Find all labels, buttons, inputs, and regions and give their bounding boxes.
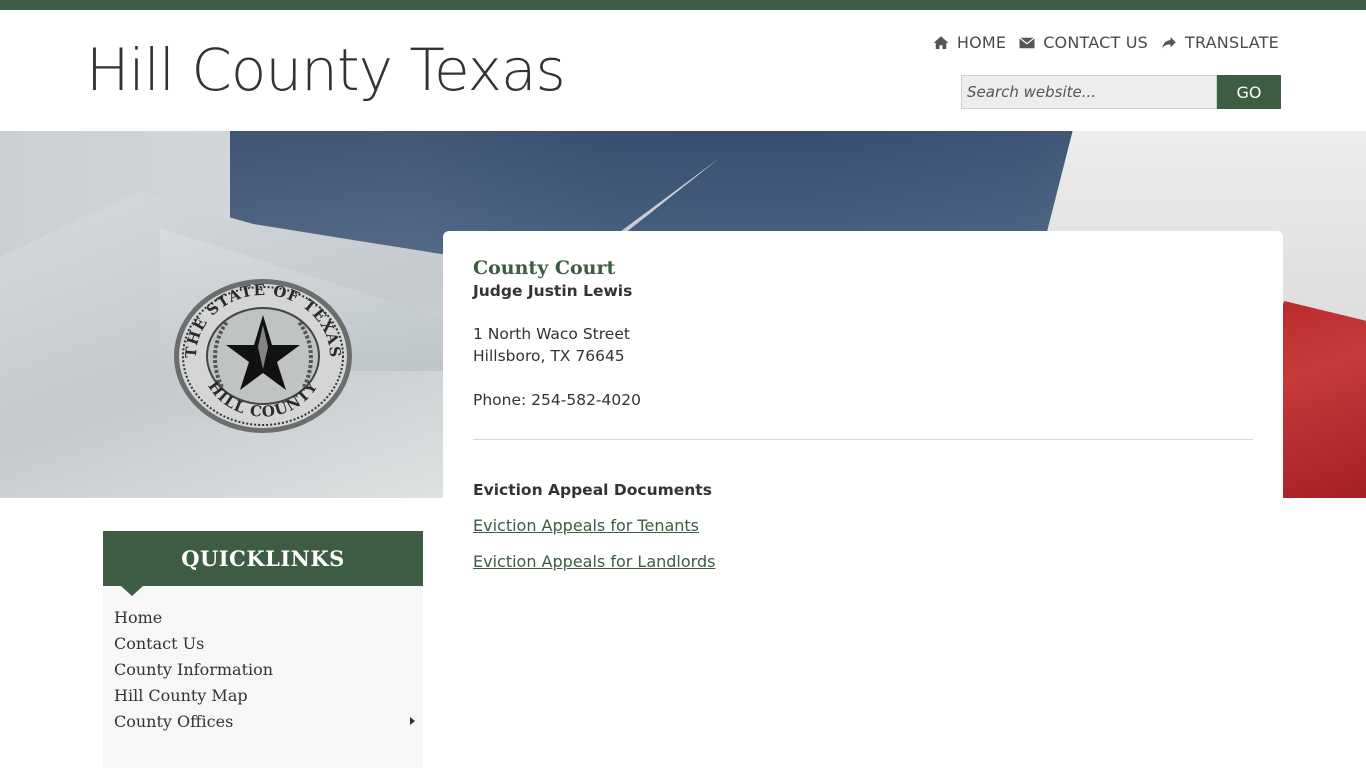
phone-number: Phone: 254-582-4020: [473, 391, 641, 409]
home-icon: [933, 35, 949, 49]
envelope-icon: [1019, 36, 1036, 48]
search-input[interactable]: [961, 75, 1217, 109]
eviction-tenants-link[interactable]: Eviction Appeals for Tenants: [473, 516, 1253, 535]
header-pointer: [121, 586, 143, 596]
quicklinks-header: QUICKLINKS: [103, 531, 423, 596]
nav-contact-link[interactable]: CONTACT US: [1018, 33, 1148, 52]
quicklinks-list: Home Contact Us County Information Hill …: [103, 586, 423, 738]
quicklink-label: Contact Us: [114, 633, 205, 653]
nav-home-link[interactable]: HOME: [932, 33, 1006, 52]
content-divider: [473, 439, 1253, 440]
site-title[interactable]: Hill County Texas: [86, 36, 566, 104]
top-nav: HOME CONTACT US TRANSLATE: [932, 33, 1279, 52]
main-content: County Court Judge Justin Lewis 1 North …: [443, 231, 1283, 768]
quicklink-label: County Information: [114, 659, 274, 679]
eviction-landlords-link[interactable]: Eviction Appeals for Landlords: [473, 552, 1253, 571]
quicklinks-title: QUICKLINKS: [181, 546, 345, 571]
quicklinks-panel: QUICKLINKS Home Contact Us County Inform…: [103, 531, 423, 768]
nav-contact-label: CONTACT US: [1043, 33, 1149, 52]
page-heading: County Court: [473, 257, 616, 279]
nav-translate-label: TRANSLATE: [1185, 33, 1279, 52]
top-strip: [0, 0, 1366, 10]
eviction-section-title: Eviction Appeal Documents: [473, 481, 712, 499]
share-arrow-icon: [1162, 36, 1176, 48]
address-line2: Hillsboro, TX 76645: [473, 347, 625, 365]
quicklink-label: Hill County Map: [114, 685, 248, 705]
judge-name: Judge Justin Lewis: [473, 282, 633, 300]
quicklink-county-offices[interactable]: County Offices: [103, 704, 423, 738]
search-form: GO: [961, 75, 1281, 109]
quicklink-label: Home: [114, 607, 163, 627]
submenu-caret-icon[interactable]: [410, 717, 415, 725]
quicklink-label: County Offices: [114, 711, 234, 731]
search-go-button[interactable]: GO: [1217, 75, 1281, 109]
nav-home-label: HOME: [956, 33, 1007, 52]
address-line1: 1 North Waco Street: [473, 325, 630, 343]
nav-translate-link[interactable]: TRANSLATE: [1160, 33, 1279, 52]
state-seal-icon: THE STATE OF TEXAS HILL COUNTY: [174, 279, 352, 433]
